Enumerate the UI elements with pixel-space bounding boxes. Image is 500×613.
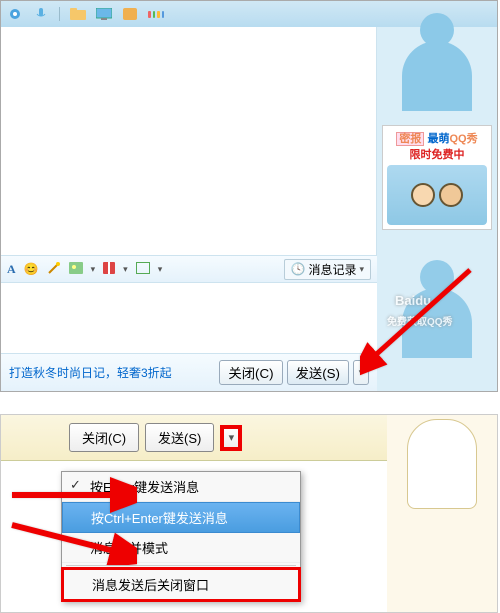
history-button[interactable]: 🕓 消息记录 ▾ [284, 259, 372, 280]
watermark-text: Baidu [395, 293, 431, 308]
zoom-close-button[interactable]: 关闭(C) [69, 423, 139, 452]
send-button[interactable]: 发送(S) [287, 360, 349, 385]
annotation-arrow [7, 475, 137, 515]
mic-icon[interactable] [33, 6, 49, 22]
menu-close-after-send[interactable]: 消息发送后关闭窗口 [61, 567, 301, 602]
format-toolbar: A 😊 ▾ ▾ ▾ 🕓 消息记录 ▾ [1, 255, 377, 283]
contact-avatar[interactable] [382, 31, 492, 121]
clock-icon: 🕓 [291, 262, 306, 276]
dropdown-icon[interactable]: ▾ [158, 264, 163, 275]
promo-card[interactable]: 密报 最萌QQ秀 限时免费中 [382, 125, 492, 230]
zoom-send-button[interactable]: 发送(S) [145, 423, 214, 452]
message-area [1, 27, 377, 255]
footer-bar: 打造秋冬时尚日记，轻奢3折起 关闭(C) 发送(S) ▾ [1, 353, 377, 391]
font-button[interactable]: A [7, 262, 16, 277]
gift-icon[interactable] [103, 262, 115, 277]
avatar-body-icon [407, 419, 477, 509]
magic-icon[interactable] [47, 261, 61, 278]
screen-share-icon[interactable] [96, 6, 112, 22]
emoji-icon[interactable]: 😊 [24, 262, 39, 276]
side-panel: 密报 最萌QQ秀 限时免费中 [377, 27, 497, 255]
footer-promo-link[interactable]: 打造秋冬时尚日记，轻奢3折起 [9, 364, 172, 381]
watermark-sub: 免费获取QQ秀 [387, 313, 453, 328]
dropdown-icon[interactable]: ▾ [123, 264, 128, 275]
promo-illustration [387, 165, 487, 225]
folder-icon[interactable] [70, 6, 86, 22]
chat-window: 密报 最萌QQ秀 限时免费中 A 😊 ▾ ▾ ▾ [0, 0, 498, 392]
annotation-arrow [7, 515, 137, 565]
zoom-avatar-panel [387, 415, 497, 612]
camera-icon[interactable] [7, 6, 23, 22]
send-options-dropdown[interactable]: ▾ [353, 360, 369, 385]
self-avatar-panel: Baidu 免费获取QQ秀 [377, 255, 497, 391]
dropdown-icon[interactable]: ▾ [91, 264, 96, 275]
message-input[interactable] [1, 283, 377, 353]
zoom-footer-bar: 关闭(C) 发送(S) ▾ [1, 415, 387, 461]
zoom-panel: 关闭(C) 发送(S) ▾ ✓ 按Enter键发送消息 按Ctrl+Enter键… [0, 414, 498, 613]
screenshot-icon[interactable] [136, 262, 150, 277]
image-icon[interactable] [69, 262, 83, 277]
apps-grid-icon[interactable] [148, 6, 164, 22]
app-icon[interactable] [122, 6, 138, 22]
close-button[interactable]: 关闭(C) [219, 360, 282, 385]
zoom-send-dropdown[interactable]: ▾ [220, 425, 242, 451]
